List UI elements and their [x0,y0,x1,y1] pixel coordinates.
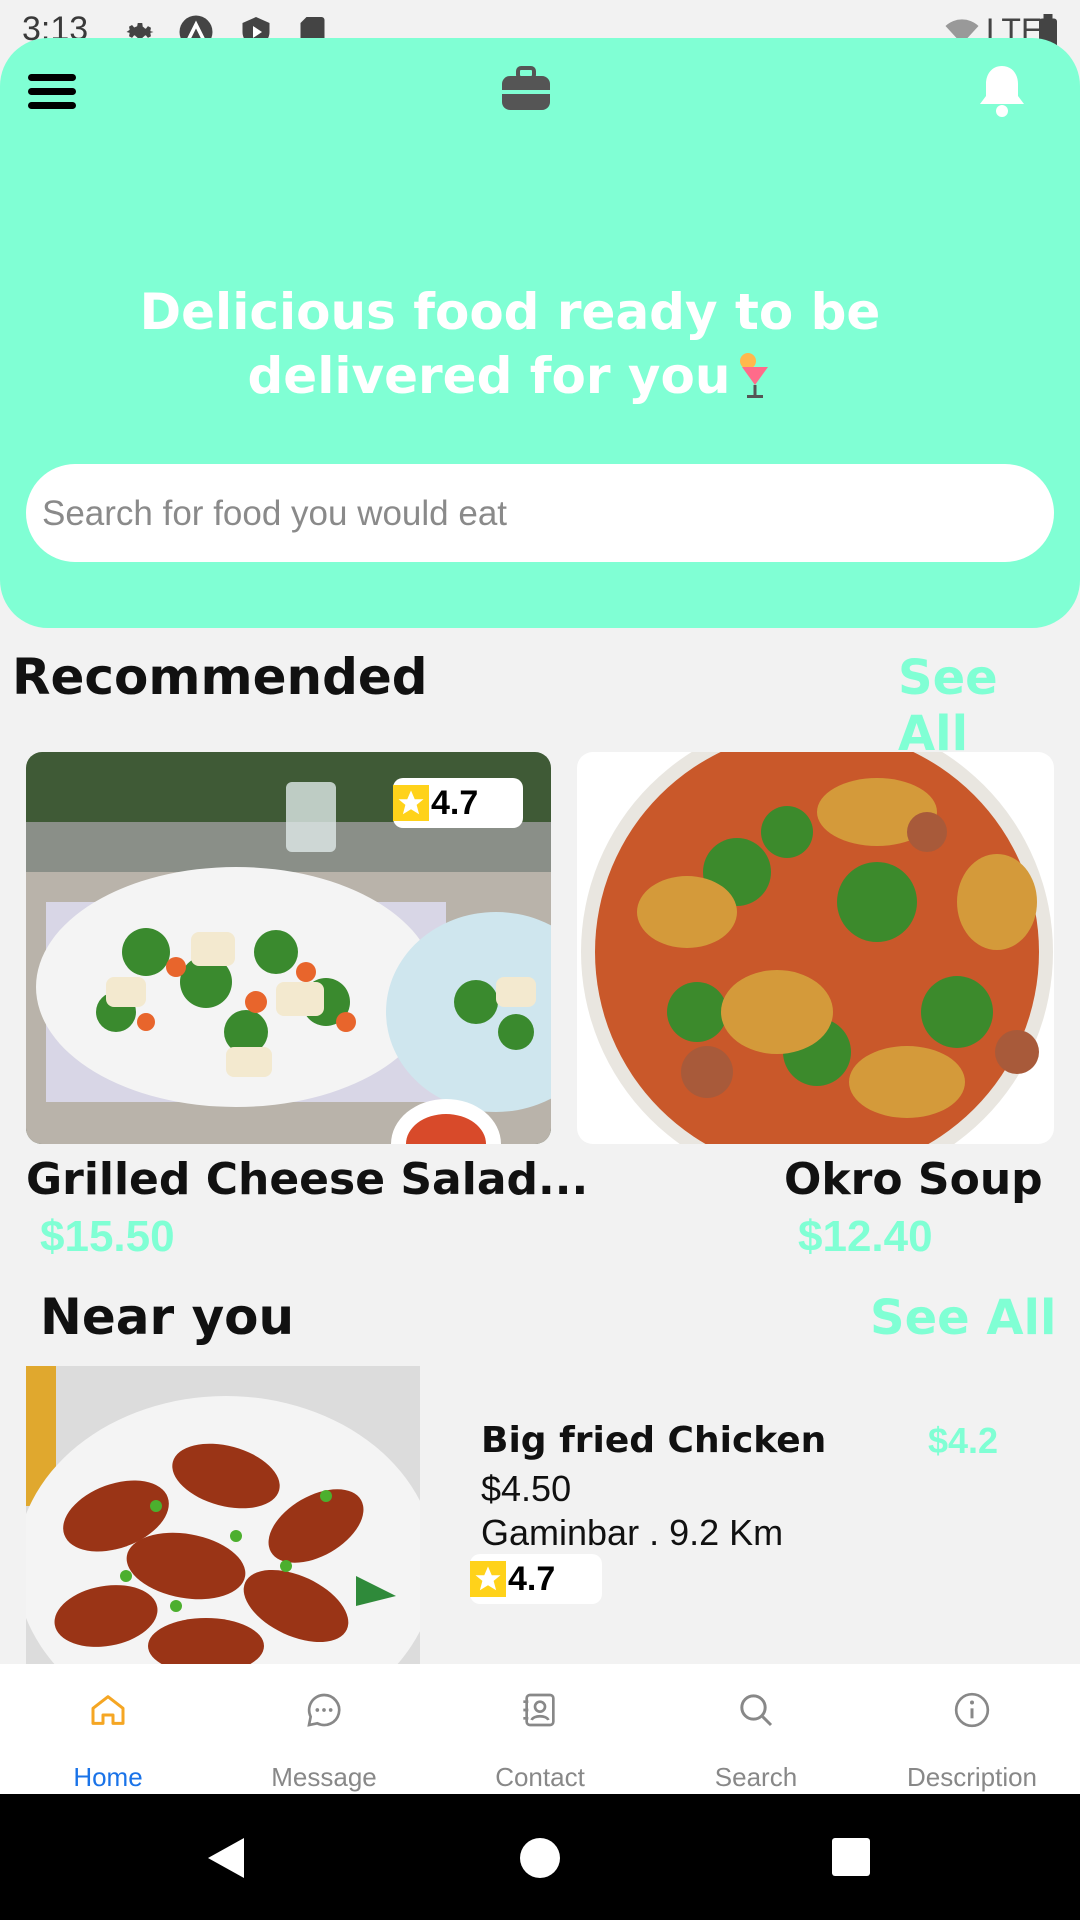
search-box[interactable] [26,464,1054,564]
headline-line-1: Delicious food ready to be [139,283,881,341]
nav-label: Contact [495,1762,585,1792]
home-button-icon[interactable] [516,1834,564,1882]
near-you-title: Near you [40,1288,295,1346]
star-icon [393,785,429,821]
recommended-title: Recommended [12,648,428,706]
menu-button[interactable] [26,70,80,114]
search-icon [740,1694,773,1727]
okro-soup-image [577,752,1054,1144]
near-you-see-all-link[interactable]: See All [870,1290,1056,1346]
headline-line-2-text: delivered for you [247,347,731,405]
food-card-price: $12.40 [798,1212,933,1261]
food-card-price: $15.50 [40,1212,175,1261]
near-you-item-image[interactable] [26,1366,420,1664]
back-icon[interactable] [204,1834,248,1882]
home-icon [91,1695,125,1725]
near-you-item-price: $4.50 [481,1468,572,1509]
nav-item-home[interactable]: Home [0,1664,216,1794]
fried-chicken-image [26,1366,420,1664]
food-card-okro-soup[interactable] [577,752,1054,1144]
nav-item-description[interactable]: Description [864,1664,1080,1794]
food-card-name: Grilled Cheese Salad... [26,1154,589,1205]
nav-label: Home [73,1762,143,1792]
nav-item-search[interactable]: Search [648,1664,864,1794]
rating-badge: 4.7 [393,778,523,828]
contact-icon [523,1693,555,1727]
bottom-navigation: Home Message Contact Search Description [0,1664,1080,1794]
message-icon [307,1693,341,1727]
near-you-item-location: Gaminbar . 9.2 Km [481,1512,784,1553]
cocktail-icon [740,353,769,398]
nav-item-message[interactable]: Message [216,1664,432,1794]
recents-icon[interactable] [830,1836,872,1878]
nav-label: Message [271,1762,377,1792]
headline: Delicious food ready to be delivered for… [120,280,900,408]
food-card-grilled-cheese-salad[interactable]: 4.7 [26,752,606,1189]
rating-value: 4.7 [508,1559,556,1598]
near-you-item-name: Big fried Chicken [481,1420,827,1461]
rating-value: 4.7 [431,783,479,822]
near-you-rating-badge: 4.7 [470,1554,602,1604]
nav-item-contact[interactable]: Contact [432,1664,648,1794]
food-card-name: Okro Soup [784,1154,1043,1205]
recommended-see-all-link[interactable]: See All [898,650,1080,762]
nav-label: Search [714,1762,798,1792]
headline-line-2: delivered for you [248,344,773,408]
system-navigation-bar [0,1794,1080,1920]
briefcase-icon[interactable] [500,64,552,114]
bell-icon[interactable] [976,62,1028,118]
info-icon [954,1692,990,1728]
search-input[interactable] [40,464,1034,564]
nav-label: Description [906,1762,1038,1792]
near-you-item-side-price: $4.2 [928,1420,999,1461]
star-icon [470,1561,506,1597]
